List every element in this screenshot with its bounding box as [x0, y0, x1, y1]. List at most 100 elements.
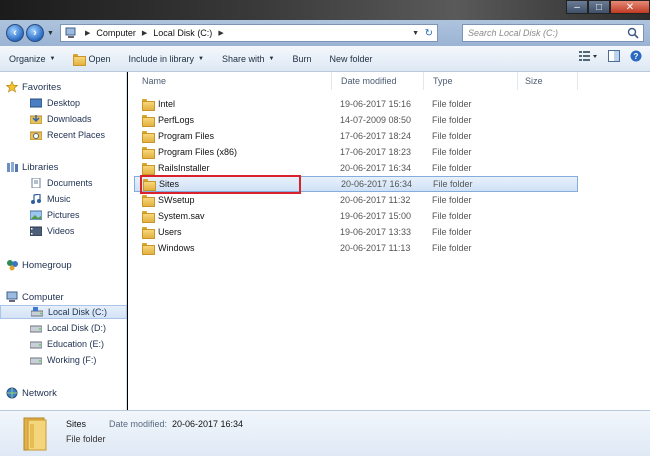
table-row[interactable]: Program Files (x86) 17-06-2017 18:23 Fil… — [134, 144, 578, 160]
chevron-down-icon: ▼ — [268, 55, 275, 62]
nav-downloads[interactable]: Downloads — [0, 112, 127, 126]
nav-working-f[interactable]: Working (F:) — [0, 353, 127, 367]
nav-videos[interactable]: Videos — [0, 224, 127, 238]
file-name: Program Files — [158, 131, 215, 141]
drive-icon — [30, 341, 42, 349]
nav-pictures-label: Pictures — [47, 210, 80, 220]
nav-education-e[interactable]: Education (E:) — [0, 337, 127, 351]
details-type: File folder — [66, 434, 106, 444]
table-row[interactable]: Program Files 17-06-2017 18:24 File fold… — [134, 128, 578, 144]
folder-icon — [142, 99, 155, 111]
table-row[interactable]: SWsetup 20-06-2017 11:32 File folder — [134, 192, 578, 208]
details-date-value: 20-06-2017 16:34 — [172, 419, 244, 429]
breadcrumb-separator[interactable]: ▶ — [142, 29, 147, 37]
pictures-icon — [30, 210, 42, 220]
change-view-icon[interactable] — [578, 50, 598, 62]
recent-places-icon — [30, 131, 42, 140]
file-type: File folder — [432, 227, 472, 237]
breadcrumb-separator[interactable]: ▶ — [85, 29, 90, 37]
computer-icon — [6, 291, 18, 302]
recent-pages-dropdown[interactable]: ▼ — [47, 30, 54, 37]
folder-icon — [142, 195, 155, 207]
file-date: 19-06-2017 15:00 — [340, 211, 412, 221]
organize-button[interactable]: Organize ▼ — [0, 49, 64, 69]
nav-recent-places[interactable]: Recent Places — [0, 128, 127, 142]
file-name: Users — [158, 227, 182, 237]
open-button[interactable]: Open — [64, 49, 119, 69]
nav-desktop[interactable]: Desktop — [0, 96, 127, 110]
search-icon[interactable] — [627, 27, 639, 39]
address-dropdown-icon[interactable]: ▼ — [412, 30, 419, 37]
file-date: 14-07-2009 08:50 — [340, 115, 412, 125]
nav-favorites-label: Favorites — [22, 81, 62, 93]
nav-computer-label: Computer — [22, 291, 64, 303]
table-row[interactable]: PerfLogs 14-07-2009 08:50 File folder — [134, 112, 578, 128]
folder-icon — [142, 147, 155, 159]
new-folder-button[interactable]: New folder — [321, 49, 382, 69]
svg-text:?: ? — [634, 52, 639, 61]
address-field[interactable]: ▶ Computer ▶ Local Disk (C:) ▶ ▼ ↻ — [60, 24, 438, 42]
nav-local-disk-c-label: Local Disk (C:) — [48, 307, 108, 317]
close-button[interactable]: ✕ — [610, 0, 650, 14]
folder-icon — [142, 211, 155, 223]
details-pane: Sites File folder Date modified: 20-06-2… — [0, 410, 650, 456]
table-row[interactable]: Intel 19-06-2017 15:16 File folder — [134, 96, 578, 112]
nav-pictures[interactable]: Pictures — [0, 208, 127, 222]
share-with-button[interactable]: Share with ▼ — [213, 49, 283, 69]
breadcrumb-separator[interactable]: ▶ — [218, 29, 223, 37]
folder-icon — [23, 417, 47, 451]
table-row[interactable]: System.sav 19-06-2017 15:00 File folder — [134, 208, 578, 224]
table-row[interactable]: Users 19-06-2017 13:33 File folder — [134, 224, 578, 240]
maximize-button[interactable]: □ — [588, 0, 610, 14]
file-date: 19-06-2017 13:33 — [340, 227, 412, 237]
nav-documents[interactable]: Documents — [0, 176, 127, 190]
documents-icon — [31, 178, 41, 188]
table-row[interactable]: RailsInstaller 20-06-2017 16:34 File fol… — [134, 160, 578, 176]
nav-libraries-label: Libraries — [22, 161, 59, 173]
nav-computer[interactable]: Computer — [0, 290, 127, 304]
libraries-icon — [7, 162, 18, 172]
file-type: File folder — [432, 195, 472, 205]
column-header-date[interactable]: Date modified — [332, 72, 424, 90]
search-input[interactable]: Search Local Disk (C:) — [462, 24, 644, 42]
burn-button[interactable]: Burn — [283, 49, 320, 69]
network-icon — [6, 387, 18, 399]
include-label: Include in library — [128, 53, 195, 64]
forward-button[interactable]: › — [26, 24, 44, 42]
help-icon[interactable]: ? — [630, 50, 642, 62]
nav-videos-label: Videos — [47, 226, 75, 236]
nav-local-disk-c[interactable]: Local Disk (C:) — [0, 305, 127, 319]
file-type: File folder — [432, 131, 472, 141]
file-date: 20-06-2017 16:34 — [341, 179, 413, 189]
nav-homegroup[interactable]: Homegroup — [0, 258, 127, 272]
column-header-type[interactable]: Type — [424, 72, 518, 90]
organize-label: Organize — [9, 53, 46, 64]
nav-music[interactable]: Music — [0, 192, 127, 206]
file-type: File folder — [432, 163, 472, 173]
preview-pane-icon[interactable] — [608, 50, 620, 62]
folder-icon — [142, 163, 155, 175]
nav-libraries[interactable]: Libraries — [0, 160, 127, 174]
file-list: Name Date modified Type Size Intel 19-06… — [128, 72, 650, 410]
file-name: RailsInstaller — [158, 163, 210, 173]
breadcrumb-local-disk[interactable]: Local Disk (C:) — [153, 28, 212, 38]
file-type: File folder — [432, 115, 472, 125]
file-name: Program Files (x86) — [158, 147, 238, 157]
breadcrumb-computer[interactable]: Computer — [96, 28, 136, 38]
nav-network[interactable]: Network — [0, 386, 127, 400]
chevron-down-icon: ▼ — [198, 55, 204, 62]
nav-local-disk-d[interactable]: Local Disk (D:) — [0, 321, 127, 335]
nav-working-f-label: Working (F:) — [47, 355, 97, 365]
file-date: 17-06-2017 18:24 — [340, 131, 412, 141]
column-date-label: Date modified — [341, 76, 397, 86]
minimize-button[interactable]: – — [566, 0, 588, 14]
table-row[interactable]: Windows 20-06-2017 11:13 File folder — [134, 240, 578, 256]
include-in-library-button[interactable]: Include in library ▼ — [120, 49, 213, 69]
drive-icon — [30, 357, 42, 365]
nav-favorites[interactable]: Favorites — [0, 80, 127, 94]
refresh-icon[interactable]: ↻ — [425, 28, 433, 39]
drive-icon — [31, 307, 43, 317]
column-header-size[interactable]: Size — [518, 72, 578, 90]
column-header-name[interactable]: Name — [128, 72, 332, 90]
back-button[interactable]: ‹ — [6, 24, 24, 42]
